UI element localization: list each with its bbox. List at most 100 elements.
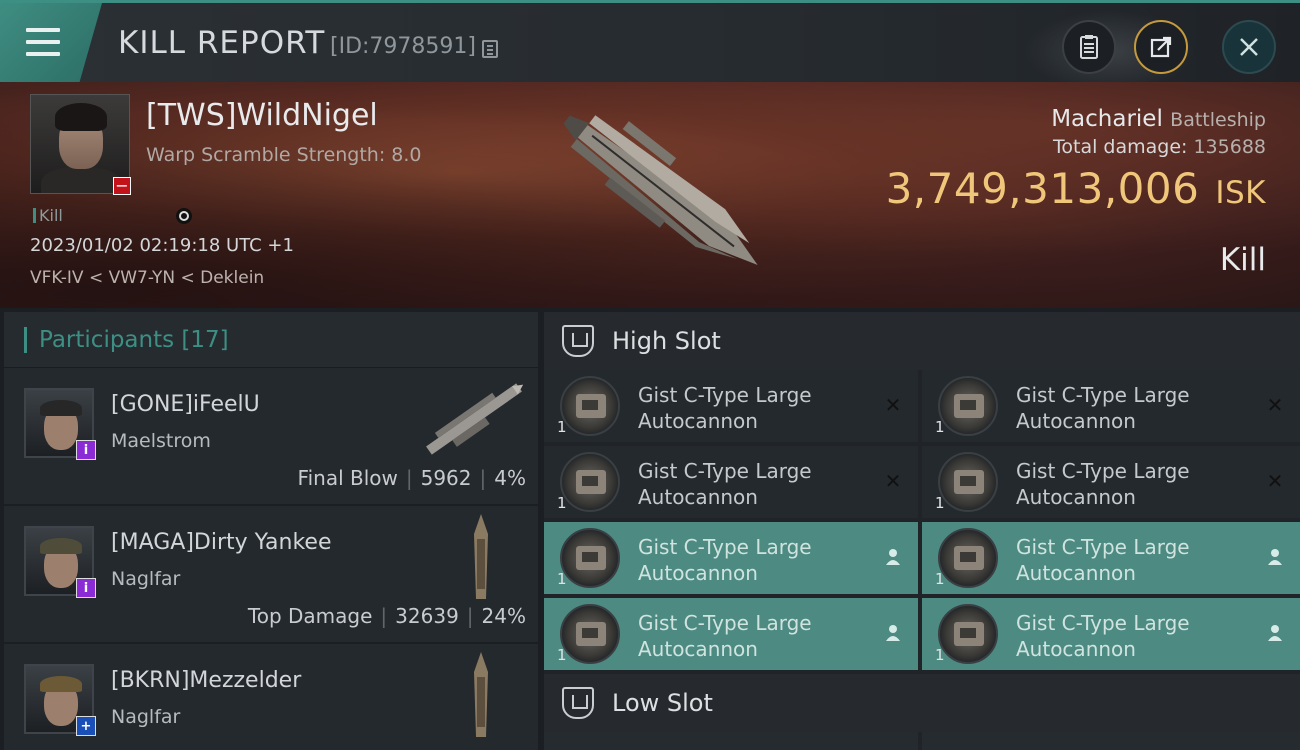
autocannon-icon xyxy=(938,376,998,436)
module-item[interactable]: 1 Gist C-Type Large Autocannon ✕ xyxy=(544,446,918,518)
module-item[interactable]: 1 Gist C-Type Large Autocannon ✕ xyxy=(922,370,1300,442)
top-bar: KILL REPORT [ID:7978591] xyxy=(0,0,1300,83)
module-item[interactable]: 1 Gist C-Type Large Autocannon xyxy=(922,522,1300,594)
kill-banner: − [TWS]WildNigel Warp Scramble Strength:… xyxy=(0,82,1300,308)
close-icon xyxy=(1240,38,1258,56)
module-name-line2: Autocannon xyxy=(1016,561,1136,585)
high-slot-header: High Slot xyxy=(544,312,1300,370)
participant-role: Top Damage xyxy=(247,604,373,628)
autocannon-icon xyxy=(560,528,620,588)
participant-ship-image xyxy=(474,652,488,737)
module-name-line1: Gist C-Type Large xyxy=(1016,611,1190,635)
kill-location[interactable]: VFK-IV < VW7-YN < Deklein xyxy=(30,268,264,288)
module-name-line2: Autocannon xyxy=(638,637,758,661)
module-name-line1: Gist C-Type Large xyxy=(638,535,812,559)
participant-damage: 32639 xyxy=(395,604,459,628)
plus-badge-icon: + xyxy=(76,716,96,736)
autocannon-icon xyxy=(938,604,998,664)
participant-name: [BKRN]Mezzelder xyxy=(111,668,302,693)
clipboard-button[interactable] xyxy=(1062,20,1116,74)
participants-panel: Participants [17] i [GONE]iFeelU Maelstr… xyxy=(4,312,538,750)
ship-class: Battleship xyxy=(1170,109,1266,131)
info-badge-icon: i xyxy=(76,440,96,460)
report-id: [ID:7978591] xyxy=(330,34,476,59)
participants-header: Participants [17] xyxy=(4,312,538,368)
copy-icon[interactable] xyxy=(482,40,498,58)
info-badge-icon: i xyxy=(76,578,96,598)
destroyed-x-icon: ✕ xyxy=(884,393,902,417)
module-quantity: 1 xyxy=(935,494,945,512)
destroyed-x-icon: ✕ xyxy=(884,469,902,493)
fitting-panel: High Slot 1 Gist C-Type Large Autocannon … xyxy=(544,312,1300,750)
module-name-line2: Autocannon xyxy=(638,409,758,433)
participant-ship: Naglfar xyxy=(111,568,181,590)
module-item[interactable]: 1 Gist C-Type Large Autocannon xyxy=(544,522,918,594)
module-item[interactable]: 1 Gist C-Type Large Autocannon ✕ xyxy=(544,370,918,442)
participant-ship: Naglfar xyxy=(111,706,181,728)
high-slot-title: High Slot xyxy=(612,327,721,355)
destroyed-x-icon: ✕ xyxy=(1266,393,1284,417)
module-name-line2: Autocannon xyxy=(1016,409,1136,433)
module-item[interactable]: 1 Gist C-Type Large Autocannon xyxy=(922,598,1300,670)
victim-ship-image[interactable] xyxy=(530,90,790,300)
module-item[interactable]: 1 Gist C-Type Large Autocannon ✕ xyxy=(922,446,1300,518)
participant-name: [MAGA]Dirty Yankee xyxy=(111,530,332,555)
share-icon xyxy=(1150,36,1172,58)
search-icon[interactable] xyxy=(176,208,192,224)
module-quantity: 1 xyxy=(557,646,567,664)
module-quantity: 1 xyxy=(935,418,945,436)
close-button[interactable] xyxy=(1222,20,1276,74)
participant-ship-image xyxy=(474,514,488,599)
participant-ship-image xyxy=(426,383,524,455)
ship-name[interactable]: Machariel xyxy=(1051,106,1163,132)
autocannon-icon xyxy=(938,452,998,512)
high-slot-icon xyxy=(562,325,594,357)
module-quantity: 1 xyxy=(557,494,567,512)
module-quantity: 1 xyxy=(935,570,945,588)
participant-row[interactable]: + [BKRN]Mezzelder Naglfar xyxy=(4,644,538,750)
high-slot-modules: 1 Gist C-Type Large Autocannon ✕ 1 Gist C… xyxy=(544,370,1300,670)
autocannon-icon xyxy=(560,452,620,512)
module-name-line2: Autocannon xyxy=(1016,485,1136,509)
kill-datetime: 2023/01/02 02:19:18 UTC +1 xyxy=(30,235,294,256)
module-name-line1: Gist C-Type Large xyxy=(638,383,812,407)
module-item[interactable] xyxy=(922,732,1300,750)
isk-unit: ISK xyxy=(1215,175,1266,211)
standing-badge: − xyxy=(113,177,131,195)
victim-subtitle: Warp Scramble Strength: 8.0 xyxy=(146,144,422,166)
module-name-line1: Gist C-Type Large xyxy=(1016,535,1190,559)
autocannon-icon xyxy=(560,376,620,436)
destroyed-x-icon: ✕ xyxy=(1266,469,1284,493)
dropped-person-icon xyxy=(882,546,904,568)
menu-button[interactable] xyxy=(0,3,102,82)
low-slot-title: Low Slot xyxy=(612,689,713,717)
total-damage-value: 135688 xyxy=(1193,136,1266,158)
module-name-line1: Gist C-Type Large xyxy=(638,611,812,635)
module-name-line1: Gist C-Type Large xyxy=(638,459,812,483)
autocannon-icon xyxy=(560,604,620,664)
module-item[interactable] xyxy=(544,732,918,750)
module-name-line1: Gist C-Type Large xyxy=(1016,383,1190,407)
participant-row[interactable]: i [GONE]iFeelU Maelstrom Final Blow | 5962… xyxy=(4,368,538,506)
module-name-line2: Autocannon xyxy=(638,561,758,585)
participant-ship: Maelstrom xyxy=(111,430,211,452)
page-title: KILL REPORT xyxy=(118,25,326,61)
participant-percent: 24% xyxy=(481,604,526,628)
module-item[interactable]: 1 Gist C-Type Large Autocannon xyxy=(544,598,918,670)
ship-summary: Machariel Battleship Total damage: 13568… xyxy=(886,106,1266,213)
kill-result: Kill xyxy=(1219,242,1266,278)
participant-row[interactable]: i [MAGA]Dirty Yankee Naglfar Top Damage |… xyxy=(4,506,538,644)
dropped-person-icon xyxy=(882,622,904,644)
autocannon-icon xyxy=(938,528,998,588)
module-quantity: 1 xyxy=(557,570,567,588)
menu-icon xyxy=(26,28,60,56)
dropped-person-icon xyxy=(1264,546,1286,568)
module-quantity: 1 xyxy=(935,646,945,664)
participant-role: Final Blow xyxy=(297,466,398,490)
participant-damage: 5962 xyxy=(420,466,472,490)
isk-value: 3,749,313,006 xyxy=(885,164,1200,213)
victim-name[interactable]: [TWS]WildNigel xyxy=(146,98,378,133)
participant-percent: 4% xyxy=(494,466,526,490)
module-name-line2: Autocannon xyxy=(638,485,758,509)
share-button[interactable] xyxy=(1134,20,1188,74)
